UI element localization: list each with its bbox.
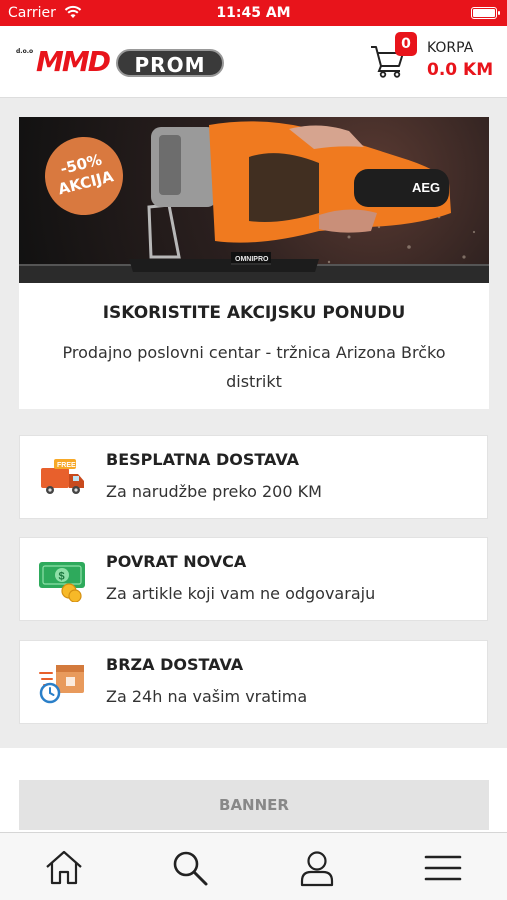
- money-back-icon: $: [39, 562, 85, 602]
- logo-prefix: d.o.o: [16, 48, 34, 55]
- bottom-navigation: [0, 832, 507, 900]
- cart-label: KORPA: [427, 40, 474, 56]
- cart-amount: 0.0 KM: [427, 60, 494, 80]
- feature-text: Za 24h na vašim vratima: [106, 687, 308, 706]
- feature-title: POVRAT NOVCA: [106, 552, 247, 571]
- feature-text: Za narudžbe preko 200 KM: [106, 482, 322, 501]
- search-icon[interactable]: [170, 849, 210, 887]
- svg-text:FREE: FREE: [57, 462, 76, 469]
- feature-title: BRZA DOSTAVA: [106, 655, 244, 674]
- svg-text:$: $: [59, 571, 65, 583]
- tool-brand-text: AEG: [412, 180, 440, 195]
- promo-card[interactable]: AEG OMNIPRO -50% AKCIJA ISKORISTITE AKCI…: [19, 117, 489, 409]
- clock: 11:45 AM: [216, 5, 291, 21]
- app-header: d.o.o MMD PROM 0 KORPA 0.0 KM: [0, 26, 507, 98]
- promo-image: AEG OMNIPRO -50% AKCIJA: [19, 117, 489, 283]
- logo-brand-left: MMD: [36, 45, 111, 78]
- promo-title: ISKORISTITE AKCIJSKU PONUDU: [102, 303, 406, 323]
- delivery-truck-icon: FREE: [41, 459, 84, 494]
- feature-free-delivery[interactable]: FREE BESPLATNA DOSTAVA Za narudžbe preko…: [19, 435, 488, 519]
- menu-icon[interactable]: [423, 849, 463, 887]
- promo-text: Prodajno poslovni centar - tržnica Arizo…: [62, 343, 446, 391]
- battery-icon: [471, 7, 500, 19]
- feature-text: Za artikle koji vam ne odgovaraju: [106, 584, 376, 603]
- cart-button[interactable]: 0 KORPA 0.0 KM: [370, 32, 500, 88]
- feature-title: BESPLATNA DOSTAVA: [106, 450, 300, 469]
- fast-delivery-icon: [39, 665, 84, 704]
- home-icon[interactable]: [44, 849, 84, 887]
- user-icon[interactable]: [297, 849, 337, 887]
- banner-section: BANNER: [0, 748, 507, 832]
- logo-brand-right: PROM: [116, 49, 224, 77]
- banner[interactable]: BANNER: [19, 780, 489, 830]
- logo[interactable]: d.o.o MMD PROM: [16, 46, 228, 86]
- status-bar: Carrier 11:45 AM: [0, 0, 507, 26]
- svg-text:OMNIPRO: OMNIPRO: [235, 256, 269, 263]
- cart-count-badge: 0: [395, 32, 417, 56]
- feature-money-back[interactable]: $ POVRAT NOVCA Za artikle koji vam ne od…: [19, 537, 488, 621]
- feature-fast-delivery[interactable]: BRZA DOSTAVA Za 24h na vašim vratima: [19, 640, 488, 724]
